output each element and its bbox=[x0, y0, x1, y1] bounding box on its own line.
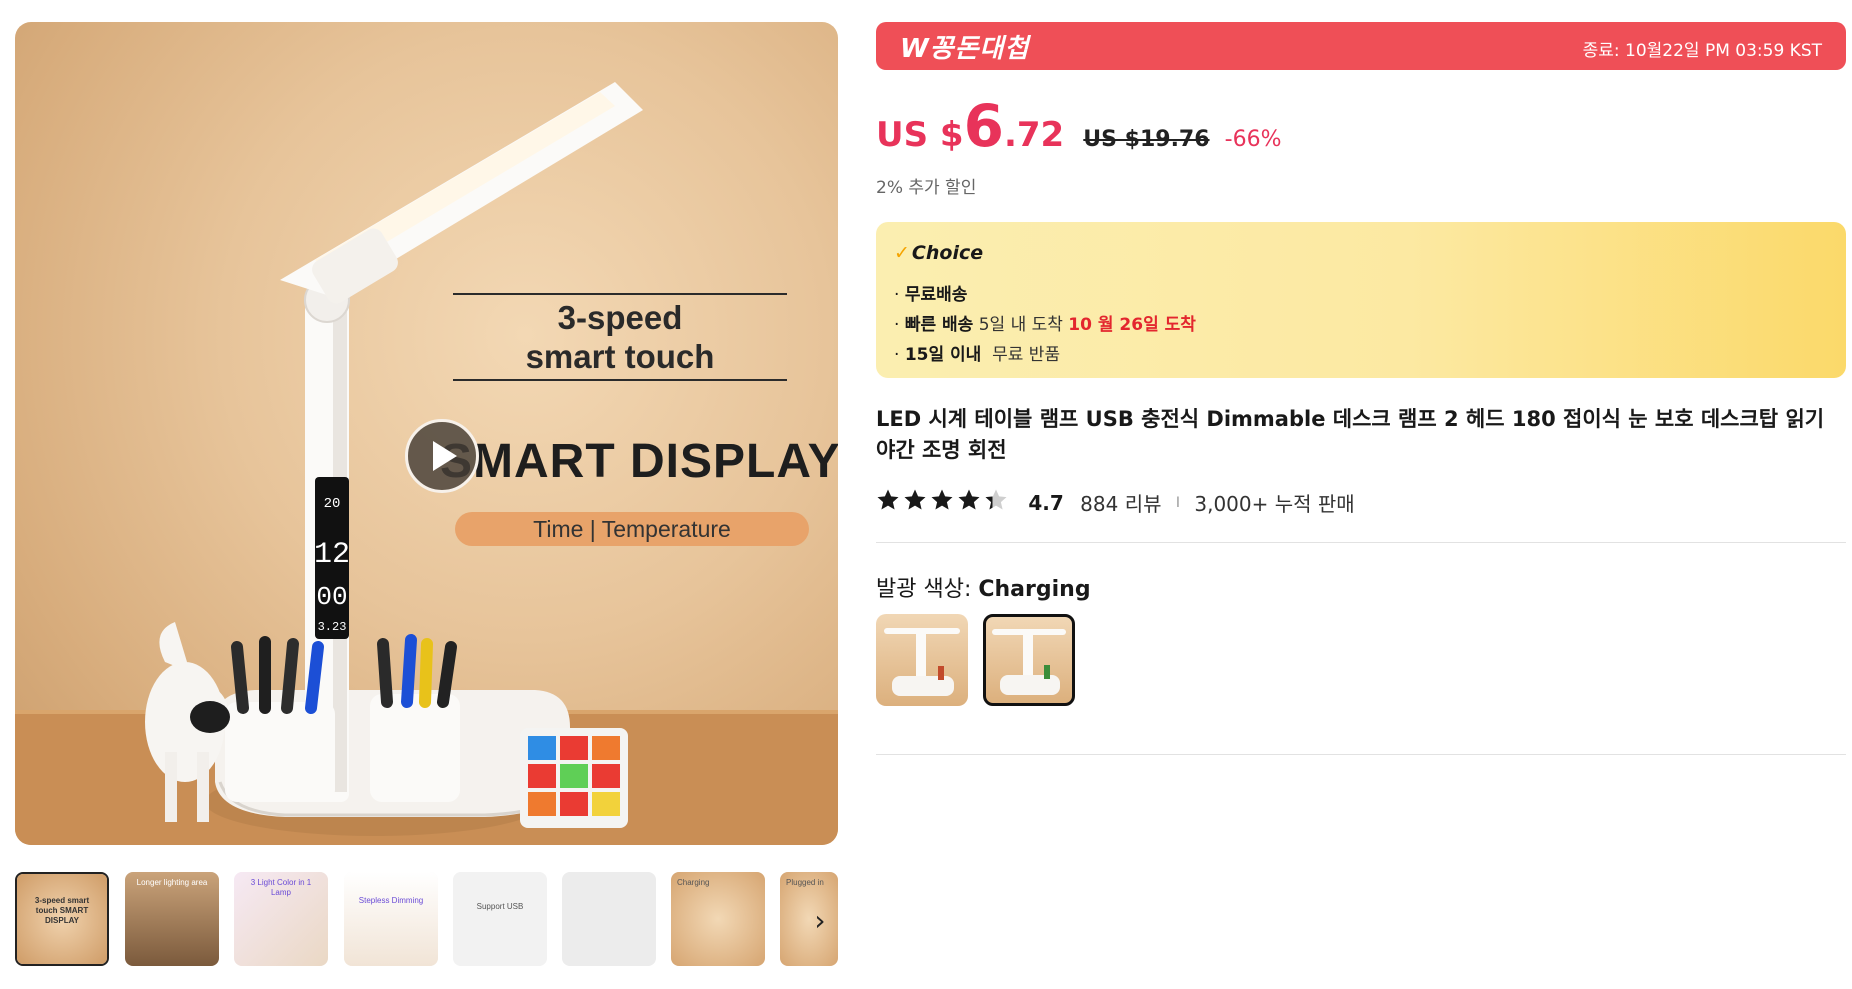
hero-speed-text: 3-speed smart touch bbox=[525, 299, 715, 375]
thumbnail-label: Longer lighting area bbox=[136, 878, 208, 887]
separator: I bbox=[1175, 494, 1180, 511]
hero-bottom-rule bbox=[453, 379, 787, 381]
rating-row[interactable]: 4.7 884 리뷰 I 3,000+ 누적 판매 bbox=[876, 488, 1355, 518]
thumbnail-1[interactable]: 3-speed smart touch SMART DISPLAY bbox=[15, 872, 109, 966]
variant-thumbnail bbox=[884, 628, 960, 696]
svg-text:12: 12 bbox=[314, 538, 350, 572]
promo-end-time: 종료: 10월22일 PM 03:59 KST bbox=[1582, 41, 1822, 61]
play-icon bbox=[433, 441, 457, 471]
thumbnail-6[interactable] bbox=[562, 872, 656, 966]
choice-title: ✓ Choice bbox=[894, 242, 984, 264]
thumbnail-label: Charging bbox=[677, 878, 710, 887]
divider bbox=[876, 542, 1846, 543]
hero-display-text: SMART DISPLAY bbox=[440, 435, 838, 488]
product-title: LED 시계 테이블 램프 USB 충전식 Dimmable 데스크 램프 2 … bbox=[876, 407, 1825, 462]
sold-count: 3,000+ 누적 판매 bbox=[1194, 492, 1355, 516]
thumbnail-label: 3-speed smart touch SMART DISPLAY bbox=[34, 896, 90, 925]
price-decimal: .72 bbox=[1003, 115, 1065, 155]
price-integer: 6 bbox=[963, 92, 1004, 160]
hero-feature-pill: Time | Temperature bbox=[455, 512, 809, 546]
rating-value: 4.7 bbox=[1028, 490, 1064, 515]
thumbnail-label: 3 Light Color in 1 Lamp bbox=[250, 878, 312, 897]
variant-swatch-charging[interactable] bbox=[983, 614, 1075, 706]
promo-logo: W꽁돈대첩 bbox=[900, 34, 1030, 64]
checkmark-icon: ✓ bbox=[894, 242, 910, 264]
variant-swatch-plugged-in[interactable] bbox=[876, 614, 968, 706]
divider bbox=[876, 754, 1846, 755]
discount-percent: -66% bbox=[1224, 127, 1282, 152]
thumbnail-2[interactable]: Longer lighting area bbox=[125, 872, 219, 966]
svg-text:00: 00 bbox=[316, 582, 347, 612]
variant-thumbnail bbox=[992, 629, 1066, 695]
fast-delivery-line: · 빠른 배송 5일 내 도착 10 월 26일 도착 bbox=[894, 315, 1196, 335]
extra-discount: 2% 추가 할인 bbox=[876, 178, 977, 198]
star-rating bbox=[876, 488, 1010, 517]
free-shipping-line: · 무료배송 bbox=[894, 285, 968, 305]
main-product-image[interactable]: 20 12 00 3.23 3-speed smart touch SMART … bbox=[15, 22, 838, 845]
original-price: US $19.76 bbox=[1083, 127, 1210, 152]
price-row: US $6.72 US $19.76 -66% bbox=[876, 92, 1282, 160]
promo-banner[interactable]: W꽁돈대첩 종료: 10월22일 PM 03:59 KST bbox=[876, 22, 1846, 70]
thumbnail-label: Plugged in bbox=[786, 878, 824, 887]
variant-selected-value: Charging bbox=[978, 577, 1091, 602]
free-return-line: · 15일 이내 무료 반품 bbox=[894, 345, 1061, 365]
review-count[interactable]: 884 리뷰 bbox=[1080, 492, 1161, 516]
variant-label: 발광 색상: Charging bbox=[876, 577, 1091, 602]
thumbnail-5[interactable]: Support USB bbox=[453, 872, 547, 966]
svg-text:3.23: 3.23 bbox=[318, 620, 347, 634]
thumbnail-7[interactable]: Charging bbox=[671, 872, 765, 966]
thumbnail-label: Support USB bbox=[476, 902, 524, 911]
hero-top-rule bbox=[453, 293, 787, 295]
thumbnail-4[interactable]: Stepless Dimming bbox=[344, 872, 438, 966]
thumbnail-label: Stepless Dimming bbox=[358, 896, 424, 905]
chevron-right-icon[interactable]: › bbox=[800, 896, 840, 944]
price-currency: US $ bbox=[876, 115, 964, 155]
choice-benefits-box: ✓ Choice · 무료배송 · 빠른 배송 5일 내 도착 10 월 26일 … bbox=[876, 222, 1846, 378]
video-play-button[interactable] bbox=[405, 419, 479, 493]
thumbnail-strip: 3-speed smart touch SMART DISPLAY Longer… bbox=[15, 872, 838, 968]
thumbnail-3[interactable]: 3 Light Color in 1 Lamp bbox=[234, 872, 328, 966]
svg-text:20: 20 bbox=[324, 496, 341, 512]
